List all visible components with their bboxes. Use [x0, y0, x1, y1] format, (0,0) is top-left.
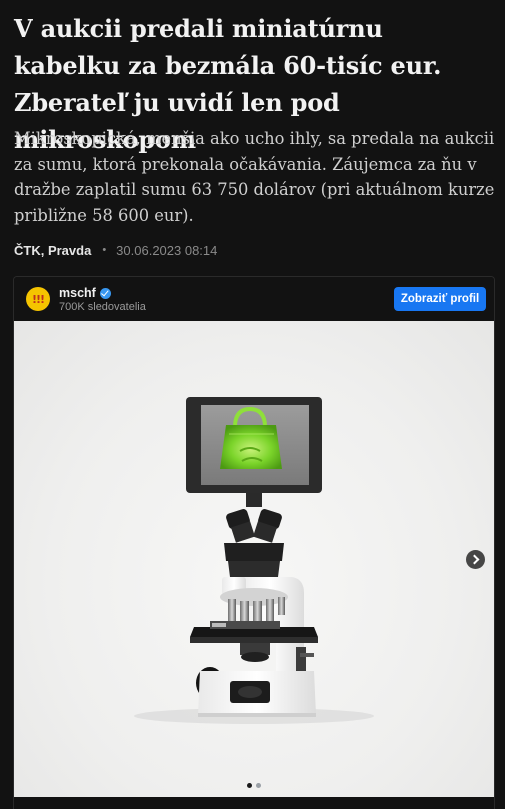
profile-username[interactable]: mschf [59, 286, 111, 300]
carousel-indicator [14, 783, 494, 788]
article-lede: Mikroskopická, menšia ako ucho ihly, sa … [14, 129, 495, 225]
username-text[interactable]: mschf [59, 286, 96, 300]
byline: ČTK, Pravda • 30.06.2023 08:14 [14, 240, 217, 260]
instagram-embed: !!! mschf 700K sledovatelia Zobraziť pro… [13, 276, 495, 809]
carousel-dot [256, 783, 261, 788]
byline-separator: • [102, 244, 107, 256]
carousel-dot-active [247, 783, 252, 788]
microscope-photo [134, 397, 374, 724]
carousel-next-button[interactable] [466, 550, 485, 569]
verified-badge-icon [99, 287, 111, 299]
embed-header: !!! mschf 700K sledovatelia Zobraziť pro… [14, 277, 494, 321]
byline-author[interactable]: ČTK, Pravda [14, 243, 91, 258]
follower-count: 700K sledovatelia [59, 301, 146, 313]
exclamation-logo-icon: !!! [31, 292, 45, 306]
view-profile-button[interactable]: Zobraziť profil [394, 287, 486, 311]
embed-footer [14, 797, 494, 809]
post-image[interactable] [14, 321, 494, 797]
byline-date: 30.06.2023 08:14 [116, 242, 218, 258]
profile-avatar[interactable]: !!! [26, 287, 50, 311]
